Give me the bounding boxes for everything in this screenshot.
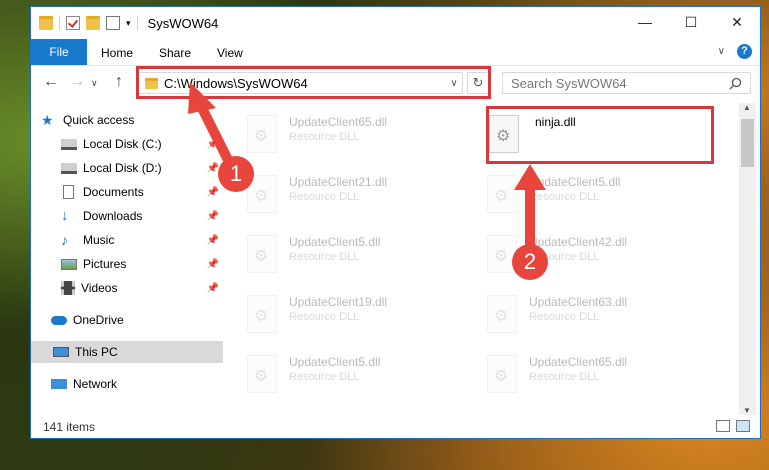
arrow-1-icon: [188, 82, 237, 173]
step-1-badge: 1: [218, 156, 254, 192]
step-2-badge: 2: [512, 244, 548, 280]
arrow-2-icon: [514, 164, 546, 255]
annotation-arrows: [188, 82, 546, 255]
